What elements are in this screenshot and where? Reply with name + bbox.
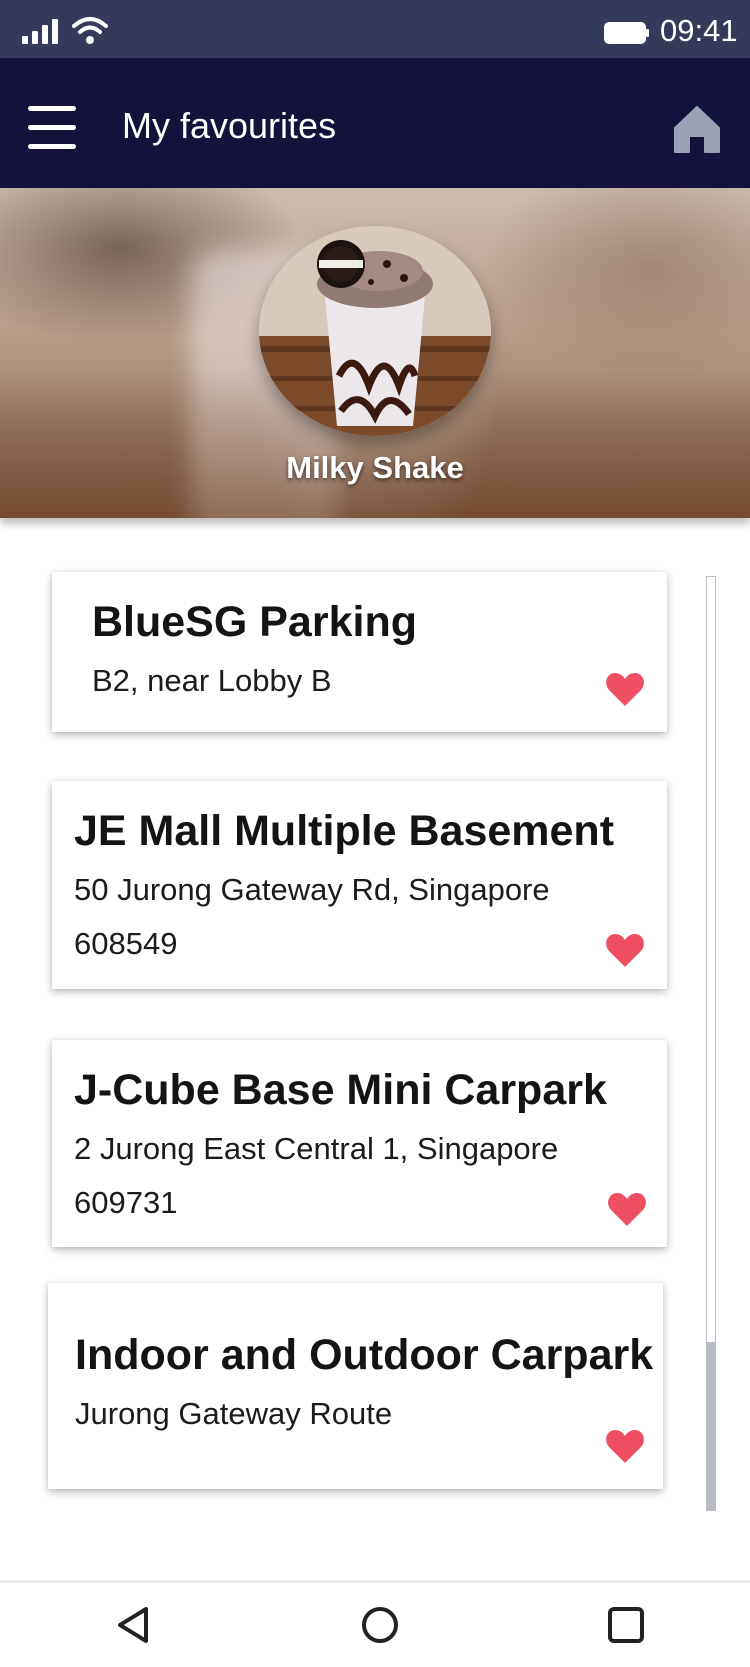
app-bar: My favourites (0, 58, 750, 188)
scrollbar-thumb[interactable] (706, 1342, 716, 1511)
favourite-card[interactable]: Indoor and Outdoor Carpark Jurong Gatewa… (48, 1283, 663, 1489)
heart-icon[interactable] (605, 672, 645, 708)
battery-icon (604, 22, 649, 44)
home-icon[interactable] (672, 104, 722, 154)
menu-icon[interactable] (28, 104, 76, 152)
heart-icon[interactable] (607, 1192, 647, 1228)
milkshake-photo (259, 226, 491, 436)
heart-icon[interactable] (605, 933, 645, 969)
heart-icon[interactable] (605, 1429, 645, 1465)
favourite-card[interactable]: BlueSG Parking B2, near Lobby B (52, 572, 667, 732)
status-bar: 09:41 (0, 0, 750, 58)
hero-caption: Milky Shake (286, 450, 464, 485)
favourite-address: Jurong Gateway Route (75, 1396, 393, 1431)
favourite-name: BlueSG Parking (92, 598, 417, 646)
system-nav-bar (0, 1580, 750, 1667)
recent-apps-icon[interactable] (604, 1603, 648, 1647)
back-icon[interactable] (112, 1603, 156, 1647)
favourite-address: 2 Jurong East Central 1, Singapore 60973… (74, 1131, 559, 1220)
status-time: 09:41 (660, 13, 738, 48)
milkshake-avatar (259, 226, 491, 436)
favourite-address: B2, near Lobby B (92, 663, 332, 698)
signal-icon (22, 19, 58, 44)
favourite-name: J-Cube Base Mini Carpark (74, 1066, 607, 1114)
page-title: My favourites (122, 105, 337, 146)
favourite-name: Indoor and Outdoor Carpark (75, 1331, 654, 1379)
favourite-name: JE Mall Multiple Basement (74, 807, 615, 855)
favourite-address: 50 Jurong Gateway Rd, Singapore 608549 (74, 872, 550, 961)
favourite-card[interactable]: J-Cube Base Mini Carpark 2 Jurong East C… (52, 1040, 667, 1247)
favourite-card[interactable]: JE Mall Multiple Basement 50 Jurong Gate… (52, 781, 667, 989)
wifi-icon (72, 17, 108, 44)
hero-banner: Milky Shake (0, 188, 750, 518)
home-circle-icon[interactable] (358, 1603, 402, 1647)
